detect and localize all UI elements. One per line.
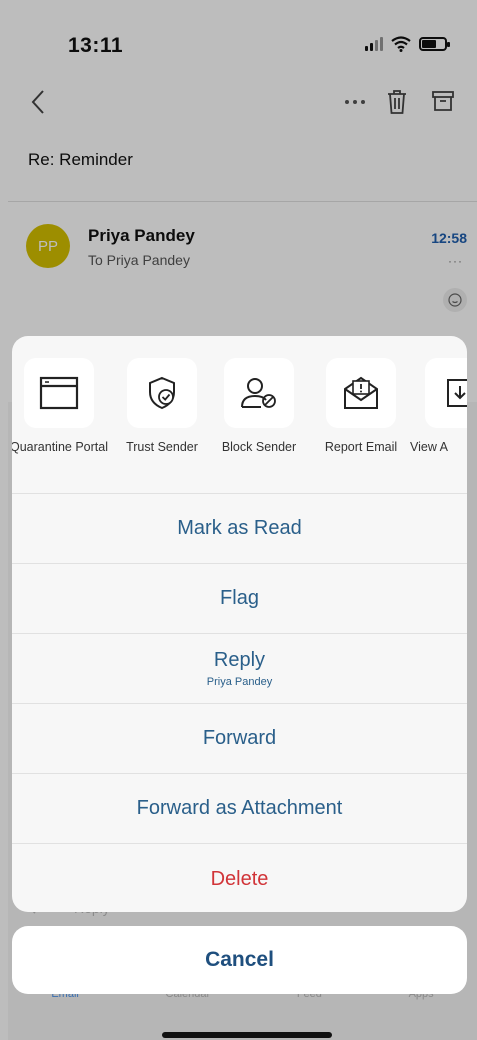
window-icon [39, 376, 79, 410]
action-sheet: Quarantine Portal Trust Sender Block Sen… [12, 336, 467, 912]
download-icon [447, 379, 467, 407]
cancel-button[interactable]: Cancel [12, 926, 467, 994]
block-sender-button[interactable]: Block Sender [209, 358, 309, 455]
forward-button[interactable]: Forward [12, 704, 467, 774]
action-label: Flag [220, 587, 259, 609]
tool-label: Block Sender [221, 440, 297, 454]
forward-as-attachment-button[interactable]: Forward as Attachment [12, 774, 467, 844]
flag-button[interactable]: Flag [12, 564, 467, 634]
report-email-button[interactable]: Report Email [311, 358, 411, 455]
quarantine-portal-button[interactable]: Quarantine Portal [12, 358, 109, 455]
tools-row: Quarantine Portal Trust Sender Block Sen… [12, 336, 467, 494]
tool-label: View A [410, 440, 448, 454]
action-label: Forward as Attachment [136, 797, 343, 819]
reply-button[interactable]: Reply Priya Pandey [12, 634, 467, 704]
action-label: Reply [213, 649, 266, 671]
tool-label: Quarantine Portal [12, 440, 108, 454]
delete-button[interactable]: Delete [12, 844, 467, 912]
view-attachments-button[interactable]: View A [410, 358, 467, 455]
action-label: Delete [210, 867, 269, 890]
tool-label: Trust Sender [126, 440, 198, 454]
action-label: Mark as Read [177, 517, 302, 539]
mark-as-read-button[interactable]: Mark as Read [12, 494, 467, 564]
trust-sender-button[interactable]: Trust Sender [112, 358, 212, 455]
action-label: Forward [202, 727, 277, 749]
shield-check-icon [149, 376, 175, 410]
home-indicator [162, 1032, 332, 1038]
person-block-icon [241, 378, 276, 408]
action-list: Mark as Read Flag Reply Priya Pandey For… [12, 494, 467, 912]
tool-label: Report Email [324, 440, 398, 454]
report-envelope-icon [344, 376, 378, 409]
reply-recipient: Priya Pandey [206, 676, 273, 688]
